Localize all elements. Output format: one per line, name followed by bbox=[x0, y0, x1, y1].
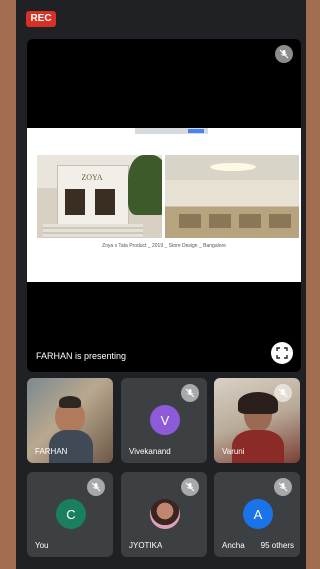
participant-name: Varuni bbox=[222, 447, 245, 456]
participant-tile-jyotika[interactable]: JYOTIKA bbox=[121, 472, 207, 557]
fullscreen-icon bbox=[276, 347, 288, 359]
store-exterior-image: ZOYA bbox=[37, 155, 162, 238]
participant-name: Ancha bbox=[222, 541, 245, 550]
shared-slide: ZOYA Zoya x Tata Product _ 2019 _ Store … bbox=[27, 128, 301, 282]
recording-badge: REC bbox=[26, 11, 56, 27]
avatar: V bbox=[150, 405, 180, 435]
participant-tile-farhan[interactable]: FARHAN bbox=[27, 378, 113, 463]
participant-tile-vivekanand[interactable]: V Vivekanand bbox=[121, 378, 207, 463]
slide-caption: Zoya x Tata Product _ 2019 _ Store Desig… bbox=[102, 243, 226, 249]
participant-name: JYOTIKA bbox=[129, 541, 163, 550]
mic-off-icon bbox=[181, 384, 199, 402]
mic-off-icon bbox=[275, 45, 293, 63]
presenter-label: FARHAN is presenting bbox=[36, 351, 127, 361]
participant-tile-others[interactable]: A Ancha 95 others bbox=[214, 472, 300, 557]
store-logo: ZOYA bbox=[81, 173, 103, 182]
participant-name: FARHAN bbox=[35, 447, 68, 456]
participant-name: Vivekanand bbox=[129, 447, 171, 456]
participant-tile-varuni[interactable]: Varuni bbox=[214, 378, 300, 463]
presentation-tile[interactable]: ZOYA Zoya x Tata Product _ 2019 _ Store … bbox=[27, 39, 301, 372]
avatar: A bbox=[243, 499, 273, 529]
store-interior-image bbox=[165, 155, 299, 238]
avatar: C bbox=[56, 499, 86, 529]
stop-sharing-button[interactable] bbox=[188, 129, 204, 133]
participant-tile-you[interactable]: C You bbox=[27, 472, 113, 557]
mic-off-icon bbox=[274, 478, 292, 496]
others-count: 95 others bbox=[258, 540, 296, 551]
mic-off-icon bbox=[87, 478, 105, 496]
fullscreen-button[interactable] bbox=[271, 342, 293, 364]
mic-off-icon bbox=[181, 478, 199, 496]
sharing-toolbar bbox=[135, 128, 208, 134]
participant-name: You bbox=[35, 541, 49, 550]
avatar bbox=[150, 499, 180, 529]
